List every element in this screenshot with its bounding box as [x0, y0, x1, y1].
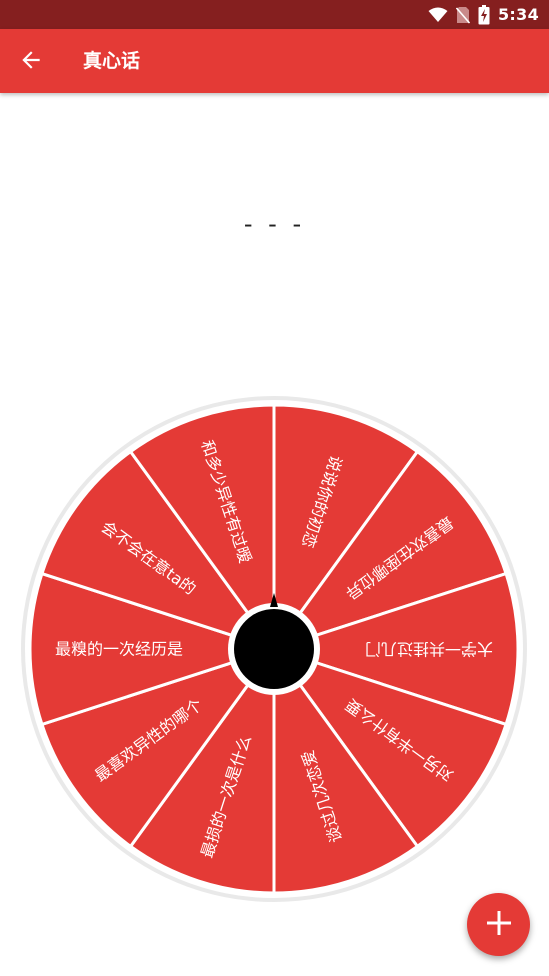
status-time: 5:34 — [498, 5, 539, 24]
battery-charging-icon — [478, 4, 490, 25]
wifi-icon — [428, 7, 448, 23]
page-title: 真心话 — [83, 50, 141, 72]
plus-icon — [485, 909, 513, 941]
wheel-hub[interactable] — [234, 609, 314, 689]
app-bar: 真心话 — [0, 29, 549, 93]
status-bar: 5:34 — [0, 0, 549, 29]
arrow-left-icon — [18, 47, 44, 77]
spin-result-text: - - - — [243, 210, 306, 238]
wheel-segment-label: 大学一共挂过几门 — [365, 640, 493, 659]
add-item-button[interactable] — [467, 893, 530, 956]
back-button[interactable] — [14, 45, 48, 79]
no-sim-icon — [456, 6, 470, 24]
wheel-graphic: 说说你的初恋最喜欢在座哪位异大学一共挂过几门对另一半有什么要谈过几次恋爱最损的一… — [21, 396, 527, 902]
spin-wheel[interactable]: 说说你的初恋 最喜欢在座哪位异 大学一共挂过几门 对另一半有什么要 谈过几次恋爱 最损的一… — [18, 393, 530, 905]
status-icons: 5:34 — [428, 0, 539, 29]
wheel-segment-label: 最糗的一次经历是 — [55, 640, 183, 659]
